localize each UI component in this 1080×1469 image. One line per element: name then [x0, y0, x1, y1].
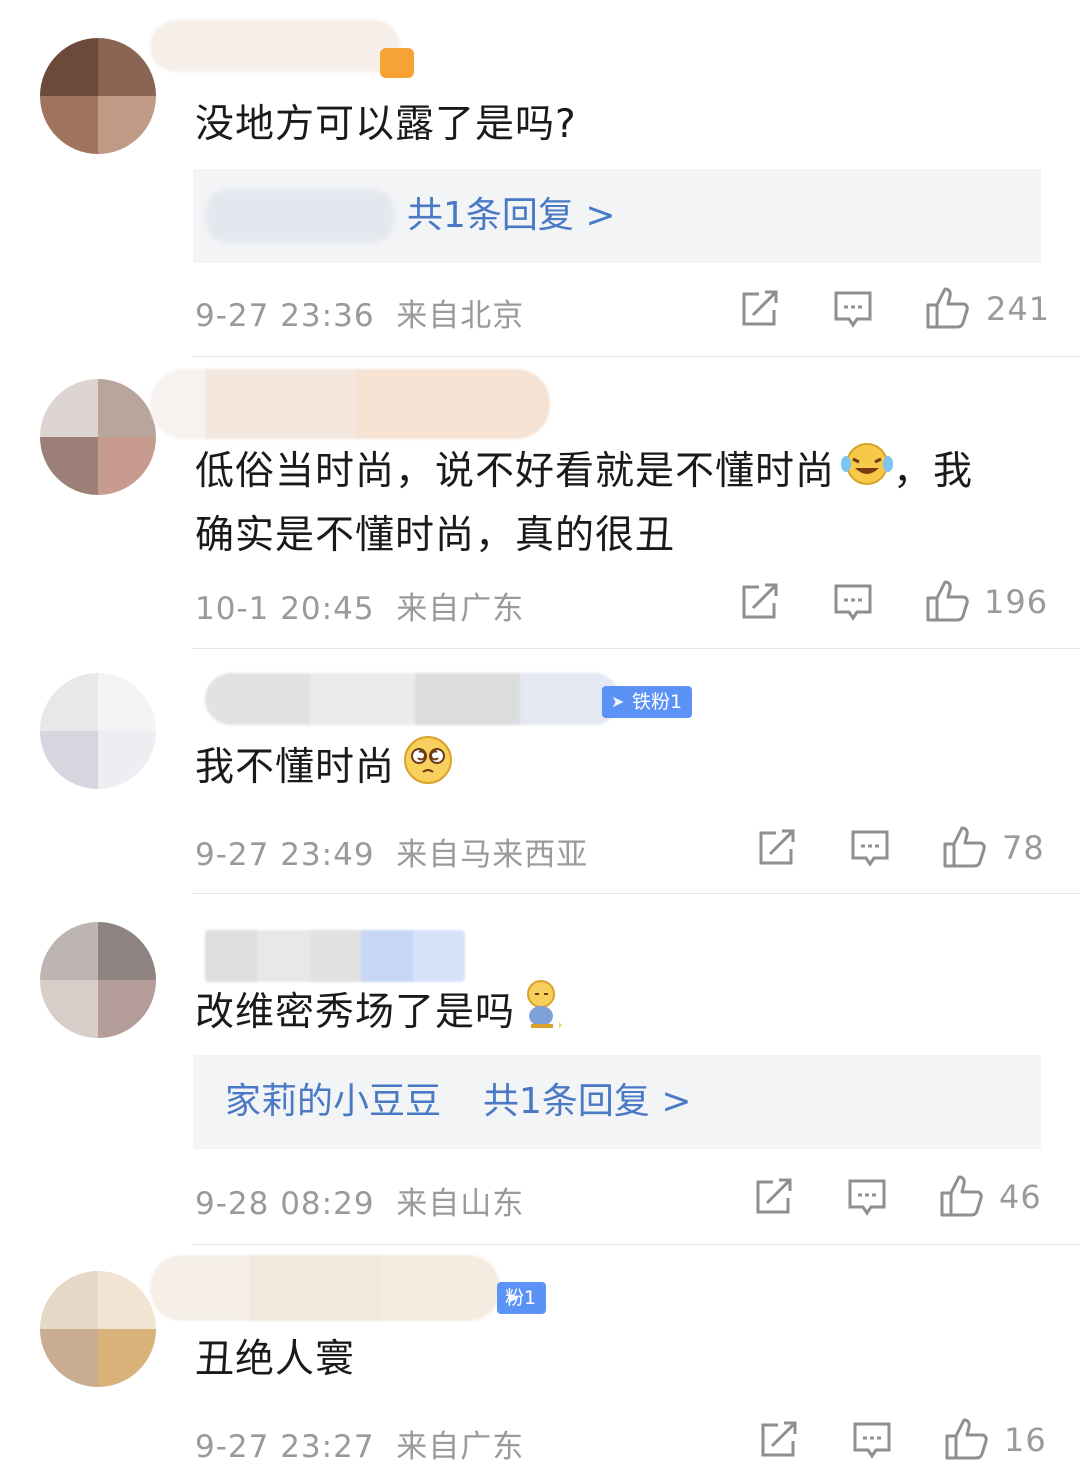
comment-time: 10-1 20:45 来自广东: [195, 591, 525, 627]
comment-item: 没地方可以露了是吗? 共1条回复 > 9-27 23:36 来自北京 241: [0, 0, 1080, 357]
like-count: 78: [1002, 829, 1045, 867]
like-count: 46: [999, 1178, 1042, 1216]
shy-sitting-emoji: [521, 978, 565, 1051]
reply-count-link[interactable]: 共1条回复 >: [483, 1055, 692, 1149]
crying-laughing-emoji: [841, 442, 894, 505]
username-blurred[interactable]: [150, 369, 550, 439]
comment-text: 低俗当时尚，说不好看就是不懂时尚 ，我 确实是不懂时尚，真的很丑: [195, 441, 1028, 567]
comment-location: 来自马来西亚: [396, 837, 589, 873]
comment-time: 9-27 23:36 来自北京: [195, 298, 525, 334]
comment-text: 我不懂时尚: [195, 735, 1028, 804]
comment-text: 丑绝人寰: [195, 1337, 356, 1382]
repost-icon[interactable]: [739, 290, 779, 328]
reply-preview-box[interactable]: 家莉的小豆豆 共1条回复 >: [193, 1055, 1041, 1149]
thumbs-up-icon[interactable]: [925, 286, 969, 330]
comment-text: 没地方可以露了是吗?: [195, 102, 577, 147]
comment-icon[interactable]: [852, 1421, 892, 1461]
comment-location: 来自广东: [396, 1429, 525, 1465]
comment-time: 9-28 08:29 来自山东: [195, 1186, 525, 1222]
comment-icon[interactable]: [833, 583, 873, 623]
thumbs-up-icon[interactable]: [944, 1417, 988, 1461]
vip-badge-icon: [380, 48, 414, 78]
repost-icon[interactable]: [739, 583, 779, 621]
username-blurred[interactable]: [150, 20, 400, 72]
comment-item: 粉1 丑绝人寰 9-27 23:27 来自广东 16: [0, 1245, 1080, 1469]
comment-location: 来自北京: [396, 298, 525, 334]
username-blurred[interactable]: [150, 1255, 500, 1321]
comment-icon[interactable]: [850, 829, 890, 869]
thumbs-up-icon[interactable]: [925, 579, 969, 623]
username-blurred[interactable]: [205, 673, 620, 725]
reply-count-link[interactable]: 共1条回复 >: [407, 169, 616, 263]
comment-item: 铁粉1 我不懂时尚 9-27 23:49 来自马来西亚 78: [0, 649, 1080, 893]
repost-icon[interactable]: [753, 1178, 793, 1216]
thumbs-up-icon[interactable]: [942, 825, 986, 869]
fan-badge: 粉1: [497, 1282, 547, 1314]
like-count: 241: [986, 290, 1051, 328]
reply-preview-box[interactable]: 共1条回复 >: [193, 169, 1041, 263]
comment-item: 改维密秀场了是吗 家莉的小豆豆 共1条回复 > 9-28 08:29 来自山东 …: [0, 894, 1080, 1244]
avatar[interactable]: [40, 38, 156, 154]
dizzy-face-emoji: [401, 735, 455, 804]
comment-text: 改维密秀场了是吗: [195, 978, 1028, 1051]
comment-item: 低俗当时尚，说不好看就是不懂时尚 ，我 确实是不懂时尚，真的很丑 10-1 20:…: [0, 357, 1080, 648]
repost-icon[interactable]: [758, 1421, 798, 1459]
avatar[interactable]: [40, 379, 156, 495]
username-blurred[interactable]: [205, 930, 465, 982]
avatar[interactable]: [40, 673, 156, 789]
comment-time: 9-27 23:49 来自马来西亚: [195, 837, 589, 873]
fan-badge: 铁粉1: [602, 686, 693, 718]
reply-author-blurred: [205, 189, 395, 243]
avatar[interactable]: [40, 1271, 156, 1387]
like-count: 196: [984, 583, 1049, 621]
avatar[interactable]: [40, 922, 156, 1038]
comment-icon[interactable]: [833, 290, 873, 330]
comment-icon[interactable]: [847, 1178, 887, 1218]
comment-location: 来自山东: [396, 1186, 525, 1222]
comment-time: 9-27 23:27 来自广东: [195, 1429, 525, 1465]
like-count: 16: [1004, 1421, 1047, 1459]
comment-location: 来自广东: [396, 591, 525, 627]
reply-author[interactable]: 家莉的小豆豆: [225, 1055, 441, 1149]
thumbs-up-icon[interactable]: [939, 1174, 983, 1218]
repost-icon[interactable]: [756, 829, 796, 867]
